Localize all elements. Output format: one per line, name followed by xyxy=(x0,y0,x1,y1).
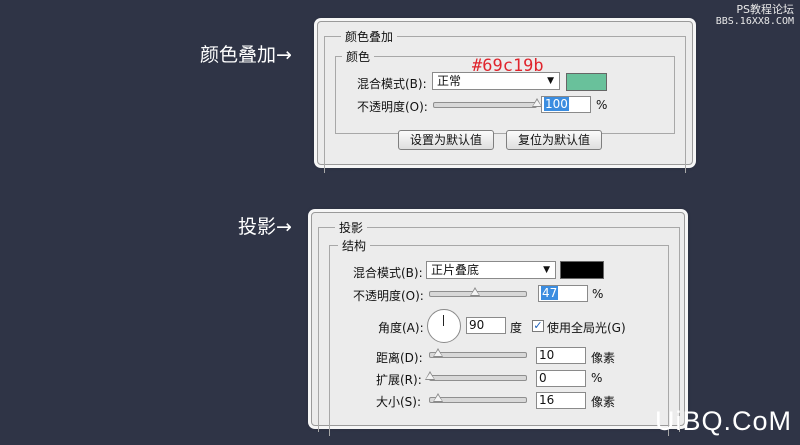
size-slider[interactable] xyxy=(429,397,527,403)
spread-label: 扩展(R): xyxy=(376,373,422,387)
opacity-label: 不透明度(O): xyxy=(357,100,428,114)
distance-label: 距离(D): xyxy=(376,351,423,365)
shadow-opacity-slider-handle[interactable] xyxy=(470,287,481,296)
overlay-color-swatch[interactable] xyxy=(566,73,607,91)
color-group-title: 颜色 xyxy=(342,48,375,65)
blend-mode-label: 混合模式(B): xyxy=(357,77,427,91)
size-slider-handle[interactable] xyxy=(433,393,443,402)
shadow-blend-mode-value: 正片叠底 xyxy=(431,263,480,277)
color-overlay-panel: 颜色叠加 颜色 #69c19b 混合模式(B): 正常 ▼ 不透明度(O): 1… xyxy=(317,21,693,173)
global-light-checkbox[interactable]: ✓ xyxy=(532,320,544,332)
angle-unit: 度 xyxy=(510,321,523,335)
color-overlay-title: 颜色叠加 xyxy=(341,28,398,45)
opacity-slider[interactable] xyxy=(433,102,537,108)
angle-dial-needle xyxy=(443,315,444,326)
set-default-button[interactable]: 设置为默认值 xyxy=(398,130,494,150)
distance-input[interactable]: 10 xyxy=(536,347,586,364)
watermark-bottom: UiBQ.CoM xyxy=(654,406,792,436)
spread-unit: % xyxy=(591,371,603,385)
shadow-opacity-unit: % xyxy=(592,287,604,301)
distance-slider[interactable] xyxy=(429,352,527,358)
drop-shadow-panel: 投影 结构 混合模式(B): 正片叠底 ▼ 不透明度(O): 47 % 角度(A… xyxy=(311,212,685,436)
opacity-unit: % xyxy=(596,98,608,112)
size-input[interactable]: 16 xyxy=(536,392,586,409)
angle-input[interactable]: 90 xyxy=(466,317,506,334)
blend-mode-select[interactable]: 正常 ▼ xyxy=(432,72,560,90)
shadow-opacity-label: 不透明度(O): xyxy=(353,289,424,303)
drop-shadow-side-label: 投影→ xyxy=(238,216,292,238)
global-light-label: 使用全局光(G) xyxy=(547,321,626,335)
structure-group-title: 结构 xyxy=(338,237,371,254)
distance-unit: 像素 xyxy=(591,351,616,365)
color-overlay-side-label: 颜色叠加→ xyxy=(200,44,292,66)
blend-mode-value: 正常 xyxy=(437,74,462,88)
reset-default-button[interactable]: 复位为默认值 xyxy=(506,130,602,150)
size-label: 大小(S): xyxy=(376,395,422,409)
shadow-blend-mode-label: 混合模式(B): xyxy=(353,266,423,280)
spread-input[interactable]: 0 xyxy=(536,370,586,387)
angle-label: 角度(A): xyxy=(378,321,424,335)
watermark-top: PS教程论坛 BBS.16XX8.COM xyxy=(716,4,794,28)
shadow-blend-mode-select[interactable]: 正片叠底 ▼ xyxy=(426,261,556,279)
shadow-opacity-input[interactable]: 47 xyxy=(538,285,588,302)
opacity-input[interactable]: 100 xyxy=(541,96,591,113)
spread-slider[interactable] xyxy=(429,375,527,381)
watermark-line1: PS教程论坛 xyxy=(736,3,794,16)
spread-slider-handle[interactable] xyxy=(425,371,435,380)
angle-dial[interactable] xyxy=(427,309,461,343)
chevron-down-icon: ▼ xyxy=(547,76,554,86)
drop-shadow-title: 投影 xyxy=(335,219,368,236)
size-unit: 像素 xyxy=(591,395,616,409)
watermark-line2: BBS.16XX8.COM xyxy=(715,16,794,27)
distance-slider-handle[interactable] xyxy=(433,348,443,357)
shadow-color-swatch[interactable] xyxy=(560,261,604,279)
chevron-down-icon: ▼ xyxy=(543,265,550,275)
